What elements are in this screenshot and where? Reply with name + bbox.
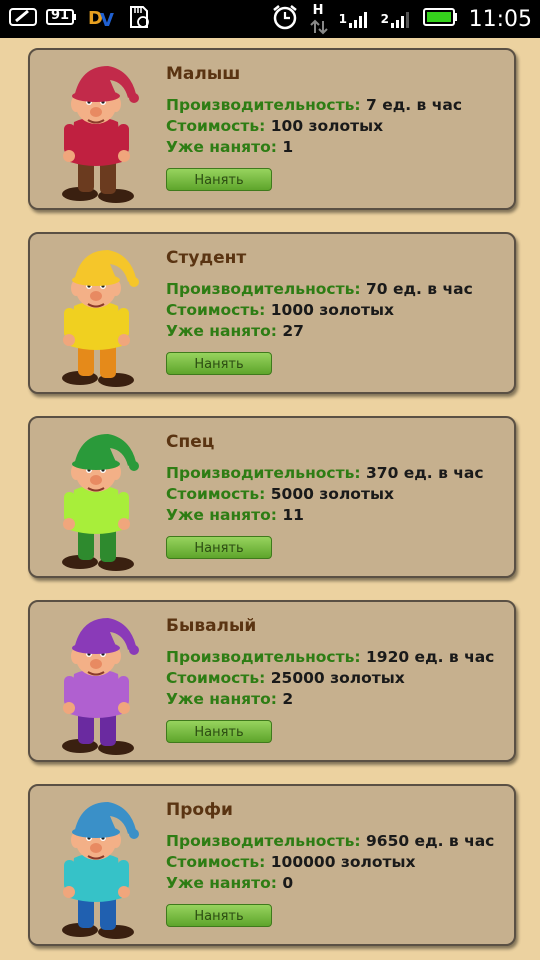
dv-logo-icon: DV xyxy=(86,5,118,33)
hire-button[interactable]: Нанять xyxy=(166,352,272,375)
clock: 11:05 xyxy=(468,6,532,32)
worker-card-5: Профи Производительность: 9650 ед. в час… xyxy=(28,784,516,946)
hired-row: Уже нанято: 2 xyxy=(166,690,293,708)
signal-icon: 2 xyxy=(381,8,413,30)
worker-card-3: Спец Производительность: 370 ед. в час С… xyxy=(28,416,516,578)
productivity-row: Производительность: 370 ед. в час xyxy=(166,464,484,482)
hire-button[interactable]: Нанять xyxy=(166,904,272,927)
worker-card-1: Малыш Производительность: 7 ед. в час Ст… xyxy=(28,48,516,210)
hired-label: Уже нанято: xyxy=(166,138,277,156)
worker-name: Малыш xyxy=(166,64,241,84)
productivity-value: 70 ед. в час xyxy=(366,280,473,298)
hired-value: 2 xyxy=(282,690,294,708)
cost-row: Стоимость: 100000 золотых xyxy=(166,853,416,871)
cost-value: 100000 золотых xyxy=(270,853,416,871)
hired-value: 27 xyxy=(282,322,304,340)
cost-row: Стоимость: 5000 золотых xyxy=(166,485,394,503)
worker-name: Студент xyxy=(166,248,247,268)
battery-icon: 91 xyxy=(46,6,78,32)
productivity-label: Производительность: xyxy=(166,832,361,850)
cost-label: Стоимость: xyxy=(166,669,266,687)
worker-card-4: Бывалый Производительность: 1920 ед. в ч… xyxy=(28,600,516,762)
worker-name: Профи xyxy=(166,800,233,820)
productivity-row: Производительность: 9650 ед. в час xyxy=(166,832,494,850)
gnome-avatar xyxy=(50,794,160,940)
sd-sync-icon xyxy=(126,4,152,34)
productivity-label: Производительность: xyxy=(166,648,361,666)
network-h-icon: H xyxy=(309,3,329,35)
battery-full-icon xyxy=(422,7,459,31)
cost-row: Стоимость: 25000 золотых xyxy=(166,669,405,687)
hired-label: Уже нанято: xyxy=(166,322,277,340)
gnome-avatar xyxy=(50,426,160,572)
status-bar-left: 91 DV xyxy=(8,0,152,38)
network-type-label: H xyxy=(312,3,324,18)
gnome-avatar xyxy=(50,58,160,204)
hired-label: Уже нанято: xyxy=(166,506,277,524)
productivity-value: 1920 ед. в час xyxy=(366,648,495,666)
productivity-value: 7 ед. в час xyxy=(366,96,463,114)
svg-text:V: V xyxy=(100,10,114,29)
productivity-row: Производительность: 70 ед. в час xyxy=(166,280,473,298)
hired-value: 1 xyxy=(282,138,294,156)
status-bar-right: H 1 2 11:05 xyxy=(271,0,532,38)
hired-row: Уже нанято: 11 xyxy=(166,506,304,524)
cost-value: 100 золотых xyxy=(270,117,384,135)
hire-button[interactable]: Нанять xyxy=(166,536,272,559)
hired-row: Уже нанято: 0 xyxy=(166,874,293,892)
hired-row: Уже нанято: 1 xyxy=(166,138,293,156)
productivity-value: 9650 ед. в час xyxy=(366,832,495,850)
status-bar: 91 DV H 1 2 11:05 xyxy=(0,0,540,38)
gnome-avatar xyxy=(50,242,160,388)
cost-value: 25000 золотых xyxy=(270,669,405,687)
productivity-label: Производительность: xyxy=(166,96,361,114)
hire-button[interactable]: Нанять xyxy=(166,168,272,191)
alarm-icon xyxy=(271,3,299,35)
cost-row: Стоимость: 100 золотых xyxy=(166,117,383,135)
hired-label: Уже нанято: xyxy=(166,690,277,708)
cost-label: Стоимость: xyxy=(166,301,266,319)
worker-name: Спец xyxy=(166,432,215,452)
worker-card-2: Студент Производительность: 70 ед. в час… xyxy=(28,232,516,394)
productivity-row: Производительность: 1920 ед. в час xyxy=(166,648,494,666)
cost-value: 1000 золотых xyxy=(270,301,394,319)
cost-label: Стоимость: xyxy=(166,853,266,871)
hire-button[interactable]: Нанять xyxy=(166,720,272,743)
productivity-label: Производительность: xyxy=(166,280,361,298)
productivity-label: Производительность: xyxy=(166,464,361,482)
signal-icon: 1 xyxy=(339,8,371,30)
cost-label: Стоимость: xyxy=(166,117,266,135)
cost-label: Стоимость: xyxy=(166,485,266,503)
hired-row: Уже нанято: 27 xyxy=(166,322,304,340)
worker-name: Бывалый xyxy=(166,616,257,636)
cost-value: 5000 золотых xyxy=(270,485,394,503)
hired-label: Уже нанято: xyxy=(166,874,277,892)
cost-row: Стоимость: 1000 золотых xyxy=(166,301,394,319)
hired-value: 0 xyxy=(282,874,294,892)
hired-value: 11 xyxy=(282,506,304,524)
productivity-value: 370 ед. в час xyxy=(366,464,484,482)
gnome-avatar xyxy=(50,610,160,756)
productivity-row: Производительность: 7 ед. в час xyxy=(166,96,462,114)
message-icon xyxy=(8,6,38,32)
battery-percent: 91 xyxy=(51,8,70,23)
